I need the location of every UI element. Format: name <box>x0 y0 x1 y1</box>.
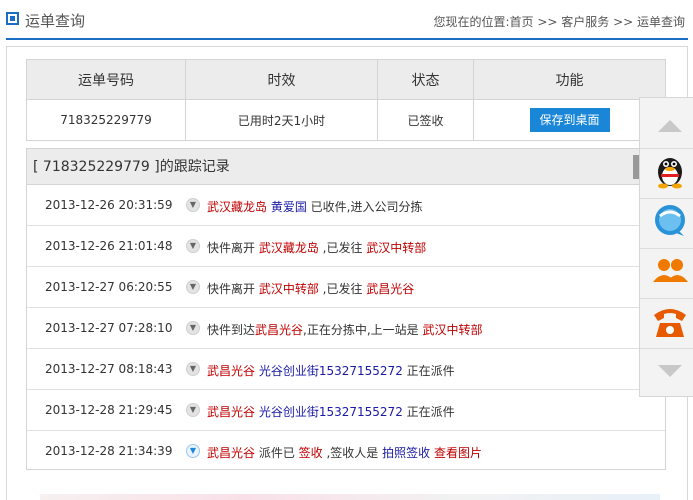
table-header-row: 运单号码 时效 状态 功能 <box>26 59 666 100</box>
breadcrumb: 您现在的位置:首页 >> 客户服务 >> 运单查询 <box>433 15 685 29</box>
record-text: 快件到达 <box>207 323 256 337</box>
record-text: ,正在分拣中,上一站是 <box>303 323 423 337</box>
header-divider <box>6 38 688 40</box>
side-divider <box>640 248 693 249</box>
highlighted-text: 武汉藏龙岛 <box>258 241 319 255</box>
side-divider <box>640 198 693 199</box>
chevron-down-icon: ▼ <box>186 362 200 376</box>
waybill-number: 718325229779 <box>26 99 186 141</box>
chevron-down-icon: ▼ <box>186 280 200 294</box>
record-time: 2013-12-27 06:20:55 <box>45 280 173 294</box>
record-description: 武昌光谷 派件已 签收 ,签收人是 拍照签收 查看图片 <box>207 444 482 461</box>
highlighted-text: 查看图片 <box>433 446 482 460</box>
highlighted-text: 武汉中转部 <box>422 323 483 337</box>
highlighted-text: 武昌光谷 <box>207 405 256 419</box>
side-divider <box>640 148 693 149</box>
highlighted-text: 拍照签收 <box>382 446 431 460</box>
record-time: 2013-12-26 21:01:48 <box>45 239 173 253</box>
highlighted-text: 武汉藏龙岛 <box>207 200 268 214</box>
record-time: 2013-12-27 08:18:43 <box>45 362 173 376</box>
highlighted-text: 签收 <box>298 446 323 460</box>
tracking-list: 2013-12-26 20:31:59 ▼ 武汉藏龙岛 黄爱国 已收件,进入公司分拣… <box>27 185 665 472</box>
highlighted-text: 武汉中转部 <box>366 241 427 255</box>
waybill-summary-table: 运单号码 时效 状态 功能 718325229779 已用时2天1小时 已签收 … <box>26 59 666 141</box>
arrow-up-icon[interactable] <box>650 106 690 146</box>
record-text: 快件离开 <box>207 282 259 296</box>
column-header-status: 状态 <box>377 59 474 100</box>
list-item: 2013-12-27 07:28:10 ▼ 快件到达武昌光谷,正在分拣中,上一站是 … <box>27 308 665 349</box>
floating-side-panel <box>639 97 693 397</box>
record-text: 正在派件 <box>402 405 455 419</box>
users-icon[interactable] <box>650 250 690 290</box>
list-item: 2013-12-28 21:29:45 ▼ 武昌光谷 光谷创业街1532715527… <box>27 390 665 431</box>
side-divider <box>640 348 693 349</box>
highlighted-text: 武昌光谷 <box>207 446 256 460</box>
phone-icon[interactable] <box>650 301 690 341</box>
record-text: ,已发往 <box>318 282 367 296</box>
chevron-down-icon: ▼ <box>186 198 200 212</box>
record-time: 2013-12-28 21:34:39 <box>45 444 173 458</box>
record-text: ,已发往 <box>318 241 367 255</box>
column-header-action: 功能 <box>473 59 666 100</box>
record-time: 2013-12-26 20:31:59 <box>45 198 173 212</box>
arrow-down-icon[interactable] <box>650 351 690 391</box>
list-item: 2013-12-26 21:01:48 ▼ 快件离开 武汉藏龙岛 ,已发往 武汉中转… <box>27 226 665 267</box>
record-time: 2013-12-27 07:28:10 <box>45 321 173 335</box>
record-text: ,签收人是 <box>322 446 383 460</box>
record-text: 派件已 <box>255 446 299 460</box>
record-description: 武昌光谷 光谷创业街15327155272 正在派件 <box>207 362 455 379</box>
highlighted-text: 武昌光谷 <box>207 364 256 378</box>
list-item: 2013-12-27 08:18:43 ▼ 武昌光谷 光谷创业街1532715527… <box>27 349 665 390</box>
square-icon <box>6 12 19 25</box>
highlighted-text: 武汉中转部 <box>258 282 319 296</box>
chevron-down-icon: ▼ <box>186 444 200 458</box>
record-time: 2013-12-28 21:29:45 <box>45 403 173 417</box>
column-header-duration: 时效 <box>185 59 378 100</box>
highlighted-text: 武昌光谷 <box>255 323 304 337</box>
tracking-panel: [ 718325229779 ]的跟踪记录 2013-12-26 20:31:5… <box>26 148 666 470</box>
chevron-down-icon: ▼ <box>186 321 200 335</box>
qq-icon[interactable] <box>650 150 690 190</box>
table-row: 718325229779 已用时2天1小时 已签收 保存到桌面 <box>26 99 666 141</box>
page-title: 运单查询 <box>25 12 86 30</box>
highlighted-text: 黄爱国 <box>270 200 307 214</box>
action-cell: 保存到桌面 <box>473 99 666 141</box>
record-description: 快件离开 武汉中转部 ,已发往 武昌光谷 <box>207 280 414 297</box>
banner-edge <box>40 494 660 500</box>
chevron-down-icon: ▼ <box>186 403 200 417</box>
record-description: 武汉藏龙岛 黄爱国 已收件,进入公司分拣 <box>207 198 423 215</box>
delivery-status: 已签收 <box>377 99 474 141</box>
elapsed-time: 已用时2天1小时 <box>185 99 378 141</box>
side-divider <box>640 298 693 299</box>
list-item: 2013-12-28 21:34:39 ▼ 武昌光谷 派件已 签收 ,签收人是 拍照… <box>27 431 665 472</box>
chevron-down-icon: ▼ <box>186 239 200 253</box>
record-text: 快件离开 <box>207 241 259 255</box>
record-description: 快件到达武昌光谷,正在分拣中,上一站是 武汉中转部 <box>207 321 483 338</box>
tracking-header: [ 718325229779 ]的跟踪记录 <box>27 149 665 185</box>
record-text: 正在派件 <box>402 364 455 378</box>
column-header-waybill: 运单号码 <box>26 59 186 100</box>
list-item: 2013-12-26 20:31:59 ▼ 武汉藏龙岛 黄爱国 已收件,进入公司分拣 <box>27 185 665 226</box>
tracking-title: [ 718325229779 ]的跟踪记录 <box>33 159 230 175</box>
page-header: 运单查询 您现在的位置:首页 >> 客户服务 >> 运单查询 <box>0 0 693 40</box>
highlighted-text: 光谷创业街15327155272 <box>258 364 403 378</box>
highlighted-text: 光谷创业街15327155272 <box>258 405 403 419</box>
record-description: 快件离开 武汉藏龙岛 ,已发往 武汉中转部 <box>207 239 426 256</box>
highlighted-text: 武昌光谷 <box>366 282 415 296</box>
list-item: 2013-12-27 06:20:55 ▼ 快件离开 武汉中转部 ,已发往 武昌光谷 <box>27 267 665 308</box>
record-description: 武昌光谷 光谷创业街15327155272 正在派件 <box>207 403 455 420</box>
chat-bubble-icon[interactable] <box>650 200 690 240</box>
record-text: 已收件,进入公司分拣 <box>306 200 423 214</box>
save-to-desktop-button[interactable]: 保存到桌面 <box>529 108 610 132</box>
